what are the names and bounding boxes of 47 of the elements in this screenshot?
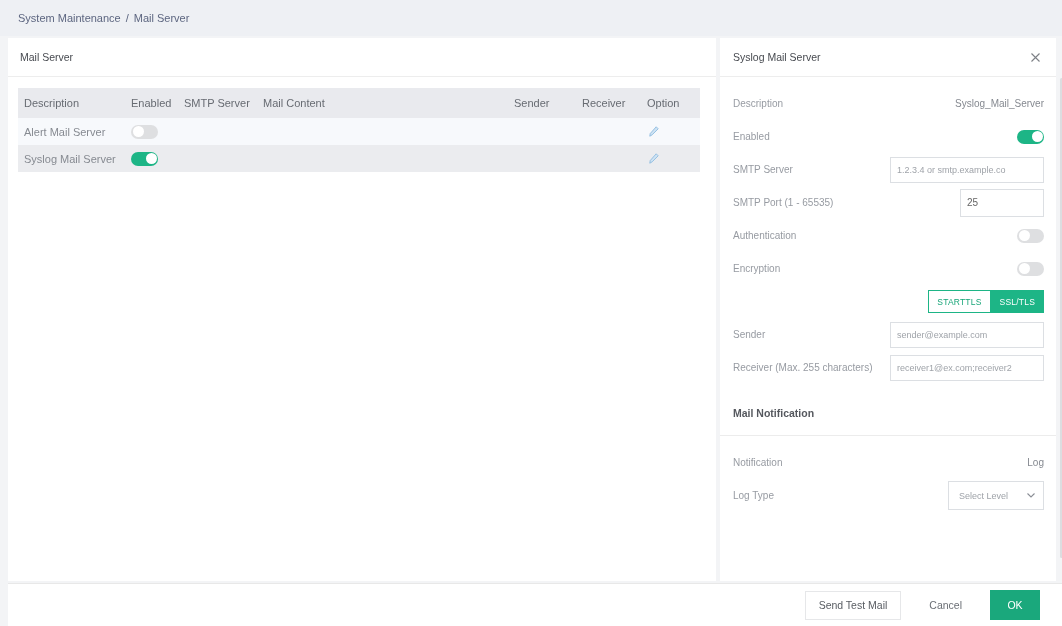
column-header: Description — [23, 97, 81, 109]
table-row[interactable]: Alert Mail Server — [18, 118, 700, 145]
panel-title: Syslog Mail Server — [733, 51, 821, 63]
primary-button[interactable]: OK — [990, 590, 1040, 620]
toggle-switch[interactable] — [131, 124, 158, 139]
table-cell-text: Alert Mail Server — [23, 125, 107, 138]
text-field[interactable]: sender@example.com — [890, 321, 1044, 348]
column-header: Receiver — [581, 97, 627, 109]
pencil-icon[interactable] — [649, 126, 659, 137]
panel-title: Mail Server — [20, 51, 74, 63]
field-label: SMTP Port (1 - 65535) — [733, 197, 834, 208]
table-row[interactable]: Syslog Mail Server — [18, 145, 700, 172]
field-label: SMTP Server — [733, 164, 793, 175]
segment-button[interactable]: SSL/TLS — [990, 290, 1044, 313]
field-value: Syslog_Mail_Server — [955, 98, 1044, 109]
column-header: Mail Content — [262, 97, 326, 109]
column-header: SMTP Server — [183, 97, 251, 109]
toggle-switch[interactable] — [1017, 261, 1044, 276]
table-cell-text: Syslog Mail Server — [23, 152, 117, 165]
pencil-icon[interactable] — [649, 153, 659, 164]
field-value: Log — [1027, 457, 1044, 468]
toggle-switch[interactable] — [1017, 228, 1044, 243]
column-header: Option — [646, 97, 681, 109]
field-label: Log Type — [733, 490, 774, 501]
field-label: Authentication — [733, 230, 797, 241]
chevron-icon — [1027, 493, 1035, 498]
breadcrumb-separator: / — [125, 12, 129, 24]
toggle-switch[interactable] — [131, 151, 158, 166]
field-label: Encryption — [733, 263, 781, 274]
column-header: Enabled — [130, 97, 173, 109]
field-label: Enabled — [733, 131, 770, 142]
field-label: Sender — [733, 329, 766, 340]
breadcrumb-link[interactable]: Mail Server — [133, 12, 190, 24]
segment-button[interactable]: STARTTLS — [928, 290, 991, 313]
section-title: Mail Notification — [733, 406, 815, 419]
field-label: Notification — [733, 457, 783, 468]
toggle-switch[interactable] — [1017, 129, 1044, 144]
close-icon[interactable] — [1031, 52, 1040, 62]
breadcrumb-link[interactable]: System Maintenance — [18, 12, 121, 24]
field-label: Receiver (Max. 255 characters) — [733, 362, 873, 373]
text-field[interactable]: 1.2.3.4 or smtp.example.co — [890, 156, 1044, 183]
column-header: Sender — [513, 97, 551, 109]
select-field[interactable]: Select Level — [948, 481, 1044, 510]
outlined-button[interactable]: Send Test Mail — [804, 590, 902, 620]
field-label: Description — [733, 98, 784, 109]
text-field[interactable]: receiver1@ex.com;receiver2 — [890, 354, 1044, 381]
number-field[interactable]: 25 — [960, 188, 1044, 217]
